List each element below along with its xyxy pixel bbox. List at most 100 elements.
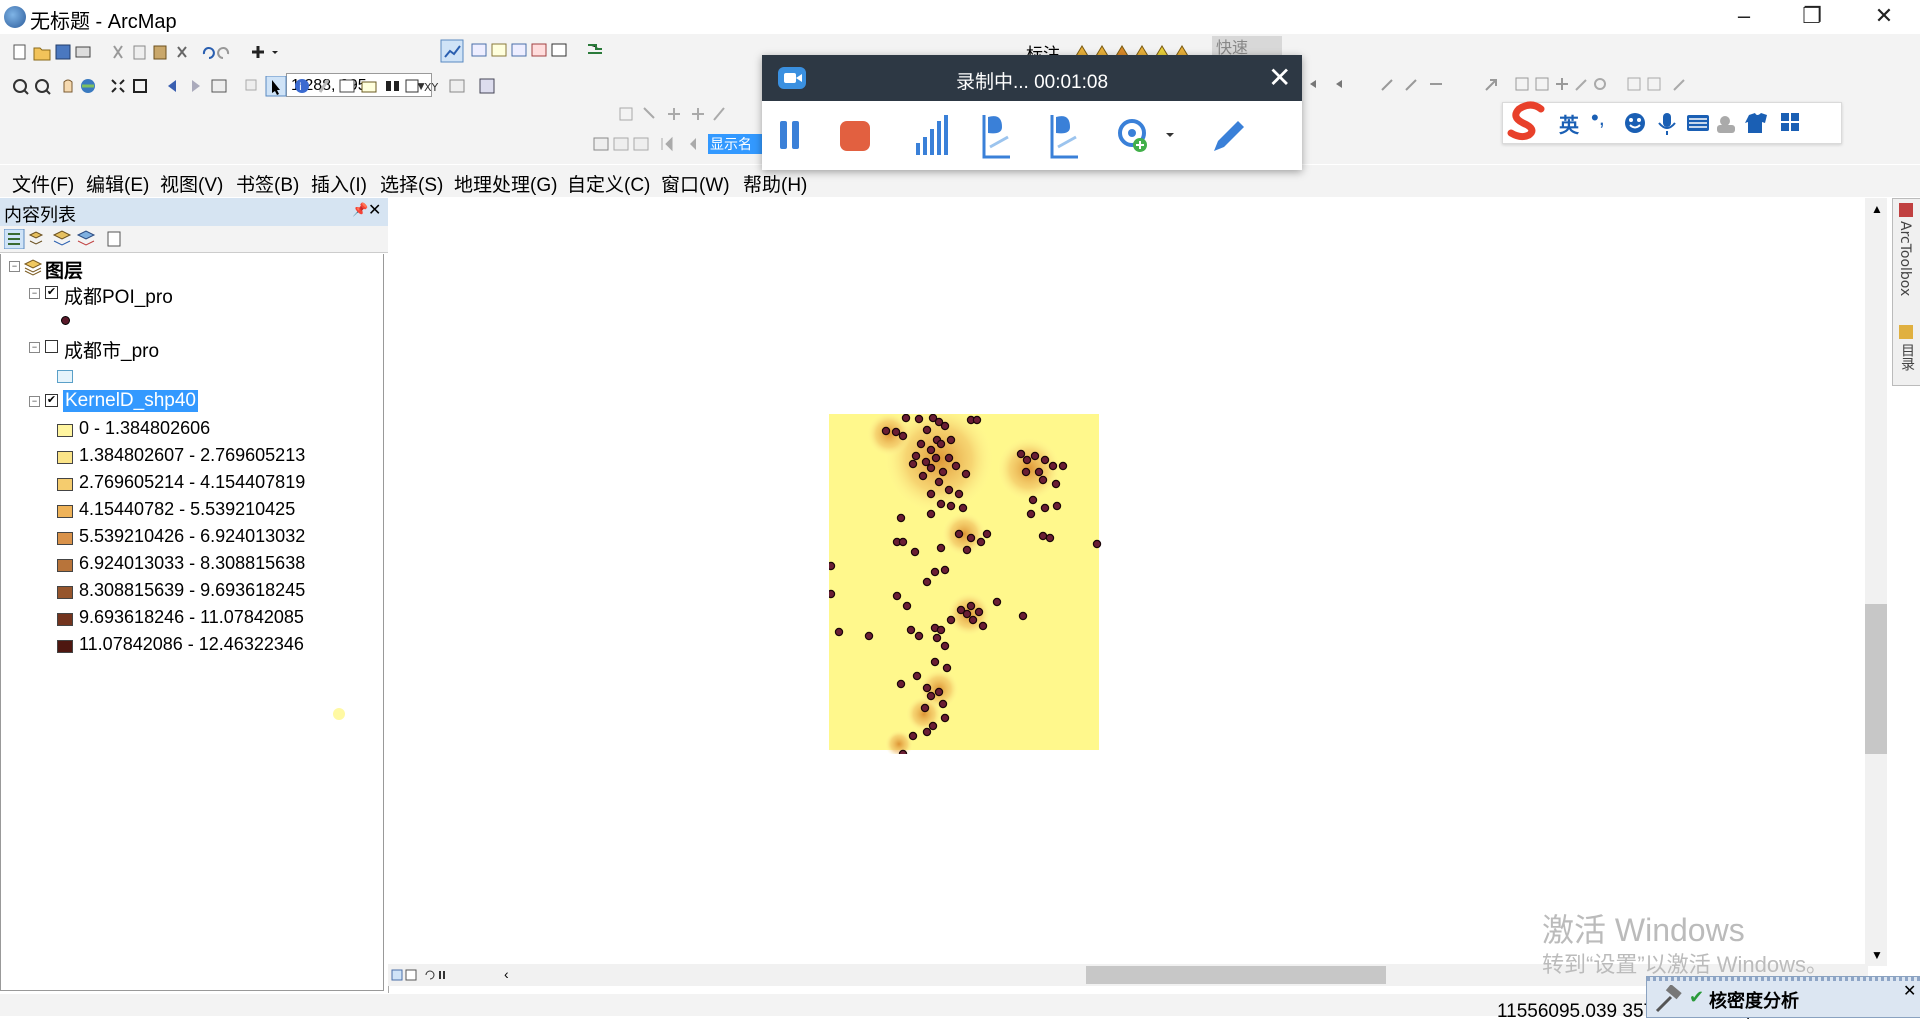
- menu-view[interactable]: 视图(V): [160, 170, 223, 197]
- arctoolbox-tab[interactable]: ArcToolbox: [1897, 221, 1913, 296]
- layer-collapse-icon[interactable]: −: [29, 288, 40, 299]
- layer-visibility-checkbox-city[interactable]: [45, 340, 58, 353]
- poi-point: [962, 609, 972, 619]
- legend-swatch: [57, 586, 73, 599]
- menu-edit[interactable]: 编辑(E): [86, 170, 149, 197]
- poi-point: [968, 615, 978, 625]
- map-tools-icons[interactable]: [440, 39, 620, 63]
- menu-help[interactable]: 帮助(H): [743, 170, 807, 197]
- layer-collapse-icon[interactable]: −: [29, 342, 40, 353]
- layout-view-toggle-icons[interactable]: [390, 968, 460, 982]
- poi-point: [926, 489, 936, 499]
- notification-close-icon[interactable]: ✕: [1903, 981, 1916, 1001]
- menu-windows[interactable]: 窗口(W): [661, 170, 730, 197]
- toc-close-icon[interactable]: ✕: [368, 200, 381, 220]
- poi-point: [829, 589, 836, 599]
- menu-insert[interactable]: 插入(I): [311, 170, 367, 197]
- menu-selection[interactable]: 选择(S): [380, 170, 443, 197]
- menu-bookmarks[interactable]: 书签(B): [236, 170, 299, 197]
- recording-status: 录制中... 00:01:08: [955, 72, 1109, 93]
- layer-name-poi[interactable]: 成都POI_pro: [64, 282, 173, 309]
- standard-toolbar-icons[interactable]: [10, 42, 280, 62]
- stats-bars-icon: [916, 115, 948, 155]
- layer-name-city[interactable]: 成都市_pro: [64, 336, 159, 363]
- sogou-logo-icon[interactable]: [1507, 99, 1551, 143]
- kernel-density-raster: [829, 414, 1102, 754]
- poi-point: [976, 537, 986, 547]
- legend-label: 11.07842086 - 12.46322346: [79, 634, 304, 654]
- arctoolbox-icon[interactable]: [1899, 203, 1913, 217]
- poi-point: [992, 597, 1002, 607]
- vertical-scroll-thumb[interactable]: [1865, 604, 1887, 754]
- poi-point: [1040, 455, 1050, 465]
- poi-point: [898, 749, 908, 754]
- poi-point: [932, 633, 942, 643]
- display-field-selector[interactable]: 显示名: [708, 134, 768, 154]
- pin-icon[interactable]: 📌: [352, 202, 368, 218]
- toc-view-icons[interactable]: [4, 229, 124, 249]
- horizontal-scroll-thumb[interactable]: [1086, 966, 1386, 984]
- legend-label: 6.924013033 - 8.308815638: [79, 553, 306, 573]
- ime-tool-icons[interactable]: [1625, 111, 1835, 135]
- notification-title: 核密度分析: [1709, 991, 1799, 1011]
- poi-point: [944, 453, 954, 463]
- poi-point: [940, 641, 950, 651]
- map-view[interactable]: [388, 198, 1868, 966]
- poi-point: [892, 591, 902, 601]
- poi-point: [946, 435, 956, 445]
- geoprocessing-notification[interactable]: ✔ 核密度分析 ✕: [1646, 976, 1920, 1018]
- scroll-left-icon[interactable]: ‹: [504, 966, 509, 982]
- poi-point: [928, 721, 938, 731]
- arctoolbox-dock[interactable]: ArcToolbox 目录: [1892, 198, 1920, 386]
- recorder-controls[interactable]: [776, 109, 1176, 165]
- poi-point: [910, 547, 920, 557]
- menu-geoprocessing[interactable]: 地理处理(G): [454, 170, 557, 197]
- legend-swatch: [57, 559, 73, 572]
- layer-name-kernel[interactable]: KernelD_shp40: [63, 390, 198, 412]
- map-vertical-scrollbar[interactable]: ▲ ▼: [1865, 198, 1887, 966]
- success-check-icon: ✔: [1689, 987, 1705, 1007]
- poi-point: [908, 731, 918, 741]
- poi-point: [940, 713, 950, 723]
- poi-point: [1021, 467, 1031, 477]
- poi-point: [1016, 449, 1026, 459]
- point-symbol-swatch: [61, 316, 70, 325]
- layer-collapse-icon[interactable]: −: [29, 396, 40, 407]
- pen-edit-icon[interactable]: [1208, 117, 1248, 157]
- poi-point: [908, 459, 918, 469]
- ime-mode-indicator[interactable]: 英: [1559, 109, 1579, 138]
- poi-point: [940, 421, 950, 431]
- layer-visibility-checkbox-kernel[interactable]: ✔: [45, 394, 58, 407]
- menu-customize[interactable]: 自定义(C): [567, 170, 650, 197]
- poi-point: [936, 625, 946, 635]
- restore-button[interactable]: ❐: [1784, 0, 1840, 34]
- notification-grip[interactable]: [1647, 977, 1920, 981]
- tools-toolbar-icons[interactable]: i XY: [10, 76, 530, 98]
- editor-toolbar-icons[interactable]: [600, 104, 760, 126]
- recorder-close-icon[interactable]: ✕: [1268, 61, 1291, 94]
- poi-point: [962, 545, 972, 555]
- poi-point: [946, 615, 956, 625]
- collapse-icon[interactable]: −: [9, 261, 20, 272]
- layer-visibility-checkbox-poi[interactable]: ✔: [45, 286, 58, 299]
- poi-point: [1051, 479, 1061, 489]
- ime-toolbar[interactable]: 英 •,: [1502, 99, 1842, 144]
- catalog-icon[interactable]: [1899, 325, 1913, 339]
- activation-watermark-subtitle: 转到“设置”以激活 Windows。: [1542, 952, 1829, 977]
- poi-point: [936, 543, 946, 553]
- punctuation-icon[interactable]: •,: [1591, 105, 1605, 131]
- scroll-up-icon[interactable]: ▲: [1871, 202, 1883, 216]
- catalog-tab[interactable]: 目录: [1898, 343, 1918, 371]
- legend-label: 2.769605214 - 4.154407819: [79, 472, 306, 492]
- scroll-down-icon[interactable]: ▼: [1871, 948, 1883, 962]
- poi-point: [1030, 451, 1040, 461]
- menu-file[interactable]: 文件(F): [12, 170, 74, 197]
- georef-toolbar-icons[interactable]: [590, 134, 710, 156]
- toc-header: 内容列表 📌 ✕: [0, 198, 388, 226]
- minimize-button[interactable]: –: [1716, 0, 1772, 34]
- close-button[interactable]: ✕: [1856, 0, 1912, 34]
- poi-point: [911, 451, 921, 461]
- poi-point: [1028, 495, 1038, 505]
- poi-point: [1092, 539, 1102, 549]
- advanced-edit-toolbar-icons[interactable]: [1306, 74, 1726, 96]
